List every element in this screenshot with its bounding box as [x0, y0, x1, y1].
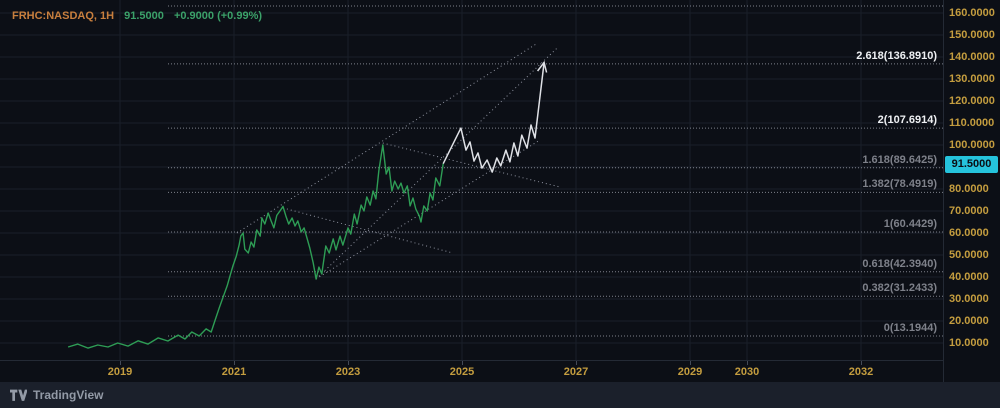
time-axis-tick: [120, 361, 121, 365]
price-axis-label: 80.0000: [949, 183, 989, 195]
time-axis-tick: [861, 361, 862, 365]
price-chart-canvas[interactable]: [0, 0, 943, 360]
price-axis[interactable]: 160.0000 150.0000 140.0000 130.0000 120.0000…: [943, 0, 1000, 382]
price-axis-label: 130.0000: [949, 73, 995, 85]
price-axis-label: 50.0000: [949, 249, 989, 261]
price-axis-label: 70.0000: [949, 205, 989, 217]
fib-level-label: 0.382(31.2433): [862, 282, 937, 295]
price-history-line: [67, 144, 444, 349]
projection-arrowhead-icon: [536, 60, 548, 73]
time-axis-label: 2029: [677, 366, 703, 378]
price-axis-label: 150.0000: [949, 29, 995, 41]
fib-level-label: 2.618(136.8910): [856, 49, 937, 62]
price-axis-label: 40.0000: [949, 271, 989, 283]
tradingview-logo[interactable]: TradingView: [10, 388, 103, 402]
time-axis-tick: [348, 361, 349, 365]
fib-level-label: 1.618(89.6425): [862, 153, 937, 166]
time-axis-tick: [462, 361, 463, 365]
current-price-tag: 91.5000: [945, 155, 998, 173]
price-change: +0.9000 (+0.99%): [173, 10, 263, 22]
time-axis[interactable]: 2019 2021 2023 2025 2027 2029 2030 2032: [0, 360, 943, 383]
time-axis-tick: [234, 361, 235, 365]
price-axis-label: 110.0000: [949, 117, 995, 129]
price-axis-label: 20.0000: [949, 315, 989, 327]
trendline-steep-support: [315, 47, 558, 280]
price-axis-label: 140.0000: [949, 51, 995, 63]
trendline-channel-upper: [236, 43, 537, 234]
fib-level-label: 1(60.4429): [883, 218, 937, 231]
last-price: 91.5000: [124, 10, 164, 22]
price-axis-label: 120.0000: [949, 95, 995, 107]
tradingview-logo-icon: [10, 389, 27, 402]
time-axis-tick: [747, 361, 748, 365]
symbol-name[interactable]: FRHC:NASDAQ, 1H: [12, 10, 114, 22]
symbol-legend[interactable]: FRHC:NASDAQ, 1H 91.5000 +0.9000 (+0.99%): [12, 10, 262, 22]
price-axis-label: 160.0000: [949, 7, 995, 19]
bottom-toolbar: TradingView: [0, 382, 1000, 408]
price-axis-label: 60.0000: [949, 227, 989, 239]
time-axis-label: 2025: [449, 366, 475, 378]
tradingview-logo-text: TradingView: [33, 388, 104, 402]
price-axis-label: 10.0000: [949, 337, 989, 349]
tradingview-chart-window: FRHC:NASDAQ, 1H 91.5000 +0.9000 (+0.99%)…: [0, 0, 1000, 408]
fib-level-label: 1.382(78.4919): [862, 178, 937, 191]
price-axis-label: 30.0000: [949, 293, 989, 305]
fib-level-label: 2(107.6914): [877, 114, 937, 127]
time-axis-label: 2023: [335, 366, 361, 378]
time-axis-label: 2019: [107, 366, 133, 378]
time-axis-tick: [690, 361, 691, 365]
time-axis-tick: [576, 361, 577, 365]
fib-level-label: 0.618(42.3940): [862, 257, 937, 270]
trendline-downtrend-2021: [282, 207, 454, 254]
price-axis-label: 100.0000: [949, 139, 995, 151]
fib-level-label: 0(13.1944): [883, 321, 937, 334]
time-axis-label: 2032: [848, 366, 874, 378]
chart-pane[interactable]: FRHC:NASDAQ, 1H 91.5000 +0.9000 (+0.99%)…: [0, 0, 943, 360]
time-axis-label: 2027: [563, 366, 589, 378]
time-axis-label: 2021: [221, 366, 247, 378]
time-axis-label: 2030: [734, 366, 760, 378]
